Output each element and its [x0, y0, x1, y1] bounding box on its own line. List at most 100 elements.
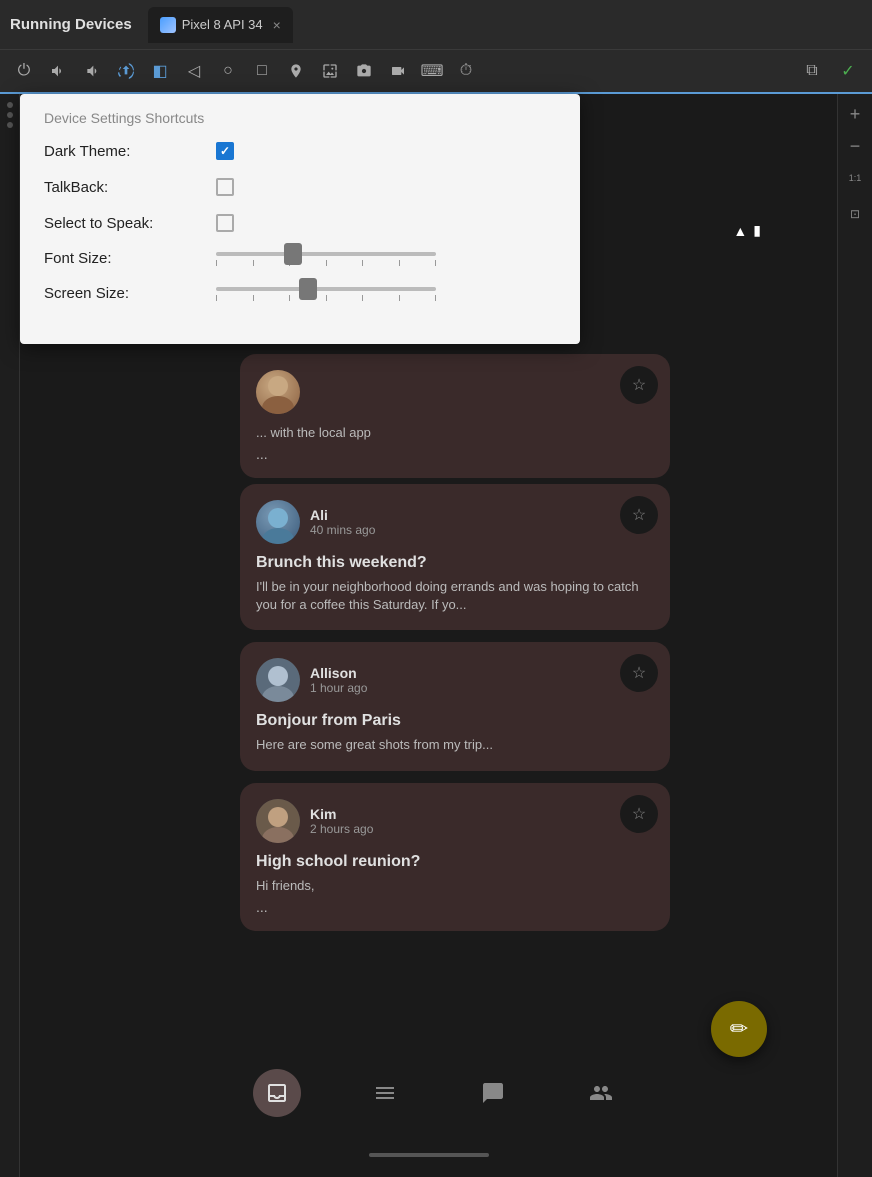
kim-card-header: Kim 2 hours ago — [256, 799, 654, 843]
record-btn[interactable] — [382, 55, 414, 87]
tab-close-btn[interactable]: × — [273, 17, 281, 33]
battery-icon: ▮ — [753, 222, 761, 239]
stk4 — [326, 295, 327, 301]
timer-btn[interactable]: ⏱ — [450, 55, 482, 87]
avatar-person1 — [256, 370, 300, 414]
nav-inbox[interactable] — [253, 1069, 301, 1117]
ali-star-btn[interactable]: ☆ — [620, 496, 658, 534]
camera-btn[interactable] — [348, 55, 380, 87]
allison-preview: Here are some great shots from my trip..… — [256, 736, 654, 754]
screen-size-thumb[interactable] — [299, 278, 317, 300]
message-card-allison[interactable]: Allison 1 hour ago ☆ Bonjour from Paris … — [240, 642, 670, 770]
dark-theme-row: Dark Theme: — [44, 142, 556, 160]
device-tab[interactable]: Pixel 8 API 34 × — [148, 7, 293, 43]
keyboard-btn[interactable]: ⌨ — [416, 55, 448, 87]
screenshot-btn[interactable] — [314, 55, 346, 87]
tab-device-icon — [160, 17, 176, 33]
screen-size-label: Screen Size: — [44, 285, 204, 302]
fold-btn[interactable]: ◧ — [144, 55, 176, 87]
nav-list[interactable] — [361, 1069, 409, 1117]
nav-chat[interactable] — [469, 1069, 517, 1117]
compose-fab-btn[interactable]: ✏ — [711, 1001, 767, 1057]
stk6 — [399, 295, 400, 301]
screen-btn[interactable]: ⊡ — [843, 202, 867, 226]
overview-btn[interactable]: □ — [246, 55, 278, 87]
partial-card-text: ... with the local app — [256, 424, 654, 442]
ali-time: 40 mins ago — [310, 523, 375, 537]
volume-up-btn[interactable] — [42, 55, 74, 87]
tab-label: Pixel 8 API 34 — [182, 17, 263, 32]
ali-subject: Brunch this weekend? — [256, 554, 654, 572]
stk1 — [216, 295, 217, 301]
ali-preview: I'll be in your neighborhood doing erran… — [256, 578, 654, 614]
kim-star-btn[interactable]: ☆ — [620, 795, 658, 833]
sidebar-dot-1 — [7, 102, 13, 108]
messages-list: Ali 40 mins ago ☆ Brunch this weekend? I… — [240, 484, 670, 943]
toolbar: ⏻ ◧ ◁ ○ □ ⌨ ⏱ ⧉ ✓ — [0, 50, 872, 94]
stk5 — [362, 295, 363, 301]
tick4 — [326, 260, 327, 266]
screen-size-row: Screen Size: — [44, 285, 556, 302]
ali-sender: Ali — [310, 507, 375, 523]
dark-theme-checkbox[interactable] — [216, 142, 234, 160]
talkback-checkbox[interactable] — [216, 178, 234, 196]
tick1 — [216, 260, 217, 266]
screen-size-slider-container — [216, 287, 556, 301]
top-bar: Running Devices Pixel 8 API 34 × — [0, 0, 872, 50]
home-btn[interactable]: ○ — [212, 55, 244, 87]
bottom-nav — [40, 1059, 837, 1127]
kim-ellipsis: ... — [256, 899, 654, 915]
allison-time: 1 hour ago — [310, 681, 367, 695]
allison-card-header: Allison 1 hour ago — [256, 658, 654, 702]
partial-ellipsis: ... — [256, 446, 654, 462]
dark-theme-label: Dark Theme: — [44, 143, 204, 160]
kim-time: 2 hours ago — [310, 822, 373, 836]
partial-star-btn[interactable]: ☆ — [620, 366, 658, 404]
ali-avatar — [256, 500, 300, 544]
kim-preview: Hi friends, — [256, 877, 654, 895]
back-btn[interactable]: ◁ — [178, 55, 210, 87]
partial-card: ... with the local app ... ☆ — [240, 354, 670, 490]
stk2 — [253, 295, 254, 301]
talkback-row: TalkBack: — [44, 178, 556, 196]
nav-contacts[interactable] — [577, 1069, 625, 1117]
talkback-label: TalkBack: — [44, 179, 204, 196]
kim-sender: Kim — [310, 806, 373, 822]
add-btn[interactable]: + — [843, 102, 867, 126]
select-to-speak-checkbox[interactable] — [216, 214, 234, 232]
zoom-label: 1:1 — [843, 166, 867, 190]
rotate-btn[interactable] — [110, 55, 142, 87]
volume-down-btn[interactable] — [76, 55, 108, 87]
select-to-speak-row: Select to Speak: — [44, 214, 556, 232]
tick6 — [399, 260, 400, 266]
app-title: Running Devices — [10, 16, 132, 33]
stk7 — [435, 295, 436, 301]
font-size-label: Font Size: — [44, 250, 204, 267]
font-size-slider-container — [216, 252, 556, 266]
scroll-indicator — [369, 1153, 489, 1157]
screen-size-track — [216, 287, 436, 291]
right-sidebar: + − 1:1 ⊡ — [837, 94, 872, 1177]
device-settings-title: Device Settings Shortcuts — [44, 110, 556, 126]
sidebar-dot-2 — [7, 112, 13, 118]
display-btn[interactable]: ⧉ — [796, 55, 828, 87]
kim-subject: High school reunion? — [256, 853, 654, 871]
font-size-thumb[interactable] — [284, 243, 302, 265]
message-card-kim[interactable]: Kim 2 hours ago ☆ High school reunion? H… — [240, 783, 670, 931]
compose-icon: ✏ — [730, 1016, 748, 1042]
select-to-speak-label: Select to Speak: — [44, 215, 204, 232]
stk3 — [289, 295, 290, 301]
tick7 — [435, 260, 436, 266]
ali-card-header: Ali 40 mins ago — [256, 500, 654, 544]
check-btn[interactable]: ✓ — [832, 55, 864, 87]
message-card-ali[interactable]: Ali 40 mins ago ☆ Brunch this weekend? I… — [240, 484, 670, 630]
location-btn[interactable] — [280, 55, 312, 87]
left-sidebar — [0, 94, 20, 1177]
power-btn[interactable]: ⏻ — [8, 55, 40, 87]
kim-avatar — [256, 799, 300, 843]
minus-btn[interactable]: − — [843, 134, 867, 158]
allison-avatar — [256, 658, 300, 702]
tick5 — [362, 260, 363, 266]
font-size-row: Font Size: — [44, 250, 556, 267]
font-size-track — [216, 252, 436, 256]
